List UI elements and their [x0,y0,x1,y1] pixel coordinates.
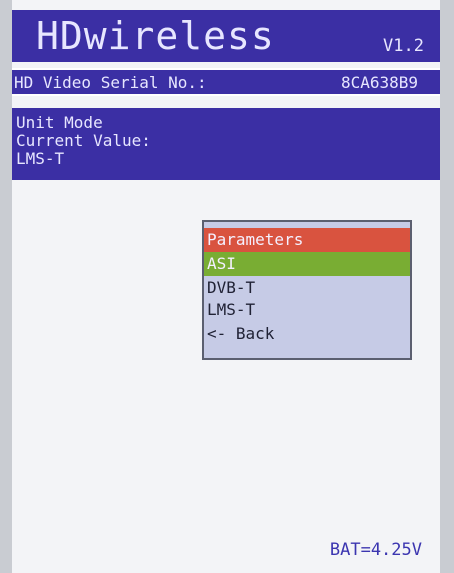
parameters-menu: Parameters ASI DVB-T LMS-T <- Back [202,220,412,360]
device-bezel-right [440,0,454,573]
battery-status: BAT=4.25V [329,540,422,560]
title-bar: HDwireless V1.2 [12,10,440,62]
device-bezel-left [0,0,12,573]
version-label: V1.2 [383,36,424,56]
current-value-label: Current Value: [16,131,151,150]
serial-value: 8CA638B9 [340,73,418,92]
serial-number-bar: HD Video Serial No.: 8CA638B9 [12,68,440,96]
menu-item-lms-t[interactable]: LMS-T [204,298,410,322]
menu-item-back[interactable]: <- Back [204,322,410,346]
unit-mode-heading: Unit Mode [16,113,103,132]
app-title: HDwireless [36,14,275,58]
unit-mode-panel: Unit Mode Current Value: LMS-T [12,108,440,180]
serial-label: HD Video Serial No.: [14,73,207,92]
device-screen: HDwireless V1.2 HD Video Serial No.: 8CA… [12,0,440,573]
menu-item-asi[interactable]: ASI [204,252,410,276]
menu-title: Parameters [204,228,410,252]
menu-item-dvb-t[interactable]: DVB-T [204,276,410,300]
current-value: LMS-T [16,149,65,168]
